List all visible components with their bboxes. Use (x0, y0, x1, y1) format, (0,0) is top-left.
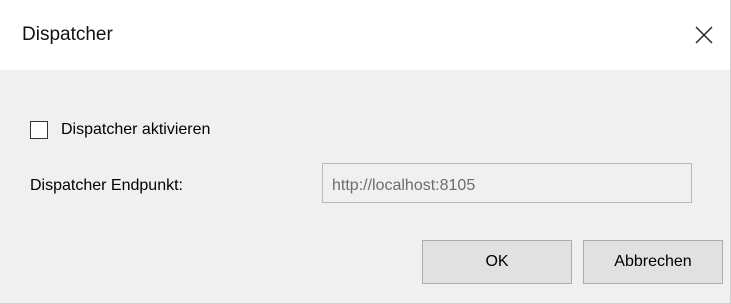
dialog-content: Dispatcher aktivieren Dispatcher Endpunk… (0, 70, 730, 303)
title-bar: Dispatcher (0, 0, 730, 70)
checkbox-box[interactable] (30, 121, 48, 139)
window-title: Dispatcher (22, 24, 113, 45)
close-icon (695, 26, 713, 44)
cancel-button[interactable]: Abbrechen (583, 240, 723, 284)
dispatcher-dialog: Dispatcher Dispatcher aktivieren Dispatc… (0, 0, 731, 304)
endpoint-input[interactable] (322, 163, 692, 203)
ok-button[interactable]: OK (422, 240, 572, 284)
endpoint-label: Dispatcher Endpunkt: (30, 177, 183, 194)
checkbox-label: Dispatcher aktivieren (61, 121, 211, 138)
enable-dispatcher-checkbox[interactable]: Dispatcher aktivieren (30, 120, 210, 140)
close-button[interactable] (678, 0, 730, 70)
